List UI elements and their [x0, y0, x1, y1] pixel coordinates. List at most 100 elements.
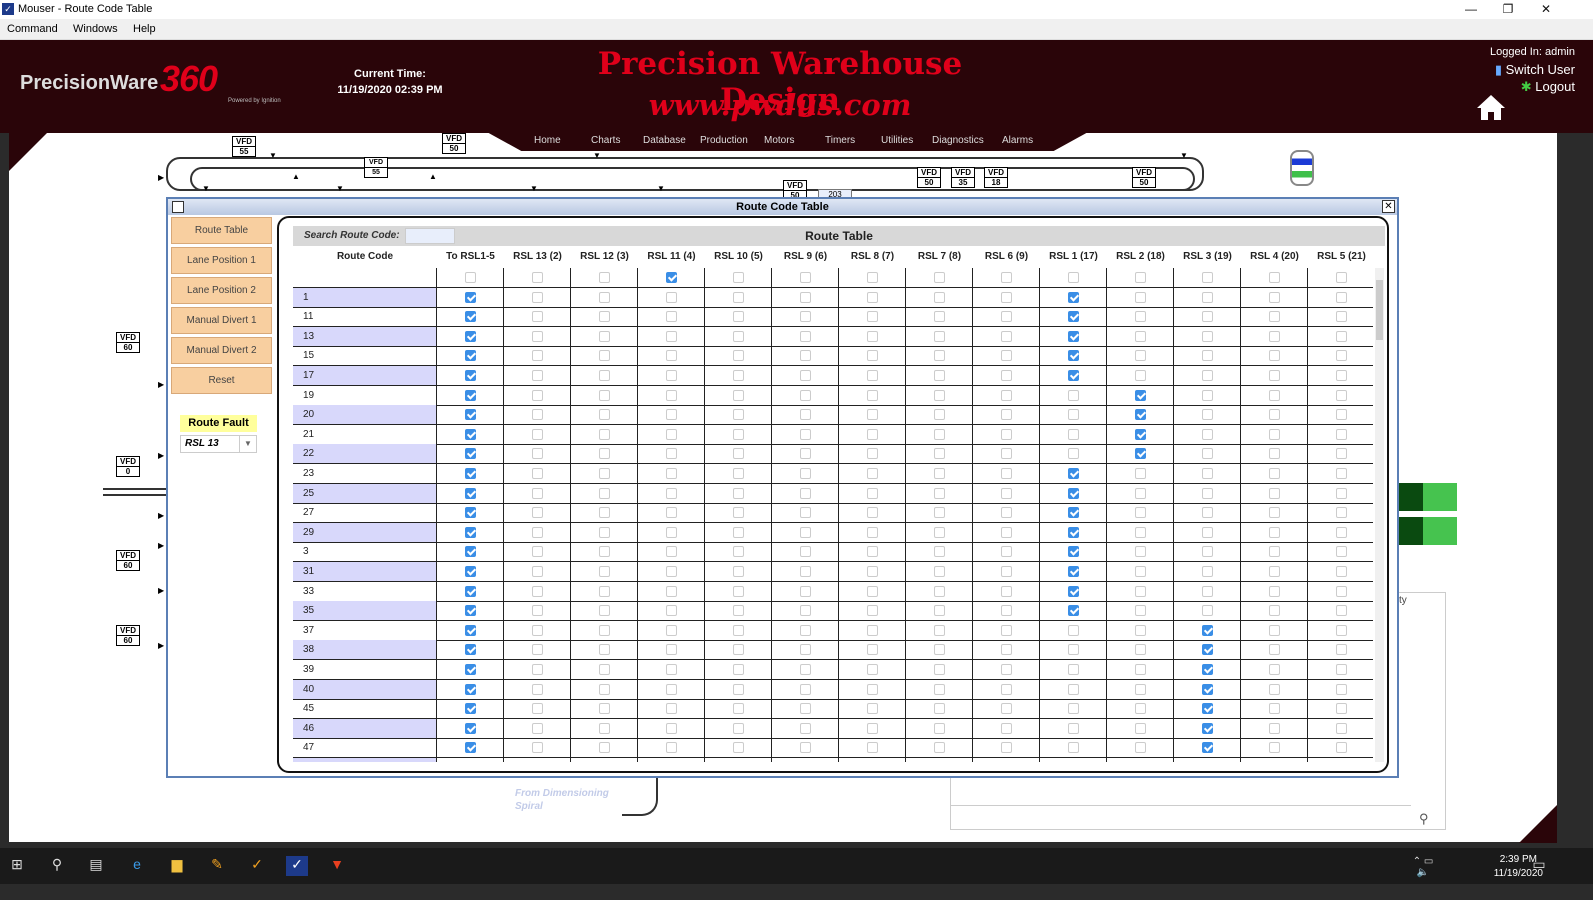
route-checkbox[interactable] — [1269, 468, 1280, 479]
route-checkbox[interactable] — [1068, 487, 1079, 499]
route-checkbox[interactable] — [733, 742, 744, 754]
route-checkbox[interactable] — [733, 350, 744, 362]
route-checkbox[interactable] — [599, 389, 610, 401]
route-checkbox[interactable] — [1336, 507, 1347, 519]
route-checkbox[interactable] — [934, 566, 945, 577]
route-checkbox[interactable] — [800, 428, 811, 440]
route-checkbox[interactable] — [934, 272, 945, 283]
route-checkbox[interactable] — [1001, 330, 1012, 342]
route-checkbox[interactable] — [800, 585, 811, 597]
table-row[interactable]: 3 — [293, 542, 1373, 563]
route-checkbox[interactable] — [733, 487, 744, 499]
task-view-icon[interactable]: ▤ — [85, 856, 107, 876]
route-checkbox[interactable] — [599, 311, 610, 323]
route-checkbox[interactable] — [666, 644, 677, 656]
route-checkbox[interactable] — [666, 605, 677, 617]
route-checkbox[interactable] — [532, 624, 543, 636]
route-checkbox[interactable] — [733, 605, 744, 617]
route-checkbox[interactable] — [800, 370, 811, 381]
route-checkbox[interactable] — [1135, 370, 1146, 381]
route-checkbox[interactable] — [1068, 507, 1079, 519]
vfd-indicator[interactable]: VFD 55 — [232, 136, 256, 157]
route-checkbox[interactable] — [1068, 291, 1079, 303]
route-checkbox[interactable] — [733, 370, 744, 381]
table-row[interactable]: 15 — [293, 346, 1373, 367]
search-input[interactable] — [405, 228, 455, 244]
table-row[interactable]: 45 — [293, 699, 1373, 720]
route-checkbox[interactable] — [1202, 644, 1213, 656]
route-checkbox[interactable] — [1269, 703, 1280, 715]
route-checkbox[interactable] — [1202, 605, 1213, 617]
route-checkbox[interactable] — [800, 507, 811, 519]
route-checkbox[interactable] — [1202, 722, 1213, 734]
vertical-scrollbar[interactable] — [1375, 268, 1384, 762]
route-checkbox[interactable] — [800, 468, 811, 479]
reset-button[interactable]: Reset — [171, 367, 272, 394]
route-checkbox[interactable] — [599, 428, 610, 440]
route-checkbox[interactable] — [1336, 703, 1347, 715]
route-checkbox[interactable] — [1001, 742, 1012, 754]
route-checkbox[interactable] — [1336, 428, 1347, 440]
route-checkbox[interactable] — [1269, 566, 1280, 577]
route-checkbox[interactable] — [1269, 605, 1280, 617]
route-checkbox[interactable] — [1068, 683, 1079, 695]
route-checkbox[interactable] — [934, 291, 945, 303]
route-checkbox[interactable] — [1336, 624, 1347, 636]
route-checkbox[interactable] — [867, 468, 878, 479]
route-checkbox[interactable] — [1135, 742, 1146, 754]
route-checkbox[interactable] — [666, 389, 677, 401]
route-checkbox[interactable] — [1269, 722, 1280, 734]
route-checkbox[interactable] — [465, 468, 476, 479]
route-checkbox[interactable] — [800, 605, 811, 617]
route-checkbox[interactable] — [1135, 683, 1146, 695]
route-checkbox[interactable] — [1135, 566, 1146, 577]
route-checkbox[interactable] — [666, 722, 677, 734]
route-checkbox[interactable] — [733, 507, 744, 519]
notification-icon[interactable]: ▭ — [1528, 856, 1550, 876]
route-checkbox[interactable] — [465, 448, 476, 460]
route-checkbox[interactable] — [800, 664, 811, 675]
route-checkbox[interactable] — [666, 330, 677, 342]
route-checkbox[interactable] — [733, 389, 744, 401]
nav-motors[interactable]: Motors — [764, 135, 795, 146]
route-checkbox[interactable] — [1001, 468, 1012, 479]
route-checkbox[interactable] — [1068, 468, 1079, 479]
route-checkbox[interactable] — [1135, 468, 1146, 479]
route-checkbox[interactable] — [599, 683, 610, 695]
status-box[interactable] — [1399, 517, 1457, 545]
route-checkbox[interactable] — [800, 703, 811, 715]
brave-browser-icon[interactable]: ▼ — [326, 856, 348, 876]
route-checkbox[interactable] — [934, 683, 945, 695]
route-checkbox[interactable] — [733, 428, 744, 440]
route-checkbox[interactable] — [666, 428, 677, 440]
route-checkbox[interactable] — [1269, 742, 1280, 754]
route-checkbox[interactable] — [666, 742, 677, 754]
route-checkbox[interactable] — [465, 428, 476, 440]
route-checkbox[interactable] — [867, 683, 878, 695]
route-checkbox[interactable] — [1001, 605, 1012, 617]
route-checkbox[interactable] — [1135, 272, 1146, 283]
table-row[interactable]: 1 — [293, 287, 1373, 308]
route-checkbox[interactable] — [1269, 624, 1280, 636]
route-checkbox[interactable] — [1001, 370, 1012, 381]
route-checkbox[interactable] — [599, 664, 610, 675]
route-checkbox[interactable] — [532, 507, 543, 519]
route-checkbox[interactable] — [1001, 272, 1012, 283]
route-checkbox[interactable] — [1068, 722, 1079, 734]
route-checkbox[interactable] — [934, 585, 945, 597]
route-checkbox[interactable] — [867, 507, 878, 519]
table-row[interactable]: 17 — [293, 366, 1373, 386]
route-checkbox[interactable] — [934, 722, 945, 734]
table-row[interactable]: 33 — [293, 581, 1373, 602]
route-checkbox[interactable] — [1202, 448, 1213, 460]
vfd-indicator[interactable]: VFD 60 — [116, 625, 140, 646]
route-checkbox[interactable] — [532, 311, 543, 323]
route-checkbox[interactable] — [1269, 370, 1280, 381]
vfd-indicator[interactable]: VFD 0 — [116, 456, 140, 477]
nav-timers[interactable]: Timers — [825, 135, 855, 146]
route-checkbox[interactable] — [733, 311, 744, 323]
route-checkbox[interactable] — [1269, 507, 1280, 519]
route-checkbox[interactable] — [465, 722, 476, 734]
route-checkbox[interactable] — [867, 605, 878, 617]
route-checkbox[interactable] — [1068, 742, 1079, 754]
